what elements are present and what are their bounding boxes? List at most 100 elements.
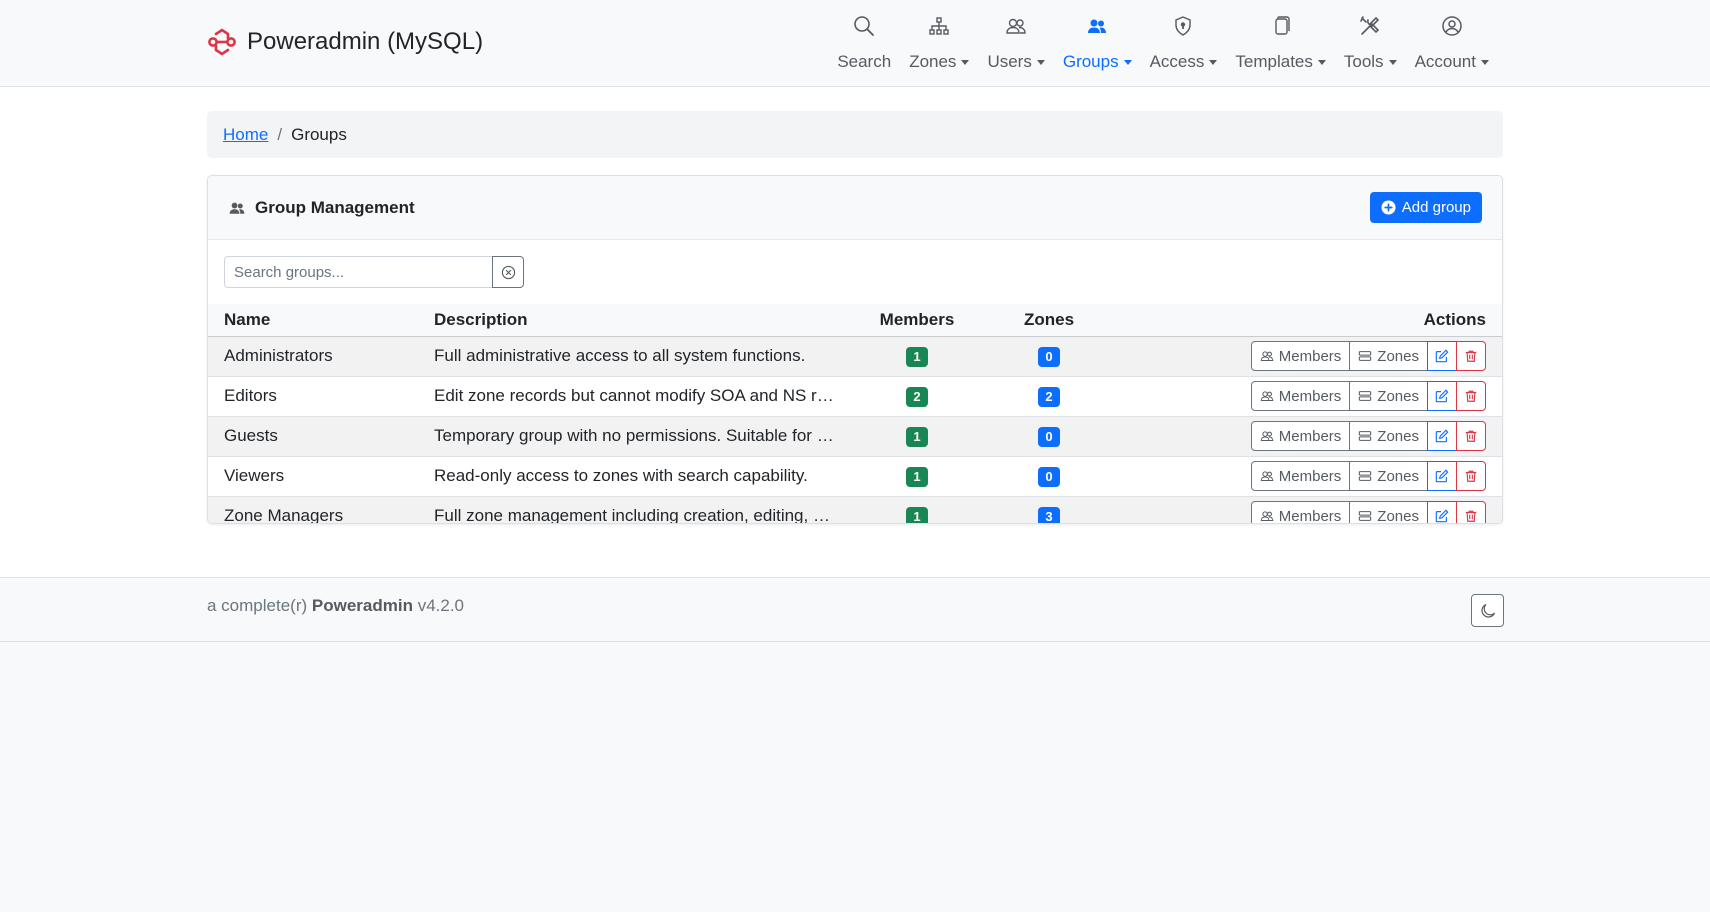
brand-title: Poweradmin (MySQL) bbox=[247, 28, 484, 55]
zones-button[interactable]: Zones bbox=[1349, 461, 1428, 491]
group-name: Zone Managers bbox=[208, 496, 418, 523]
table-row: Administrators Full administrative acces… bbox=[208, 336, 1502, 377]
zones-button[interactable]: Zones bbox=[1349, 421, 1428, 451]
chevron-down-icon bbox=[1209, 59, 1218, 65]
zones-cell: 0 bbox=[982, 456, 1116, 497]
delete-button[interactable] bbox=[1456, 381, 1486, 411]
footer: a complete(r) Poweradmin v4.2.0 bbox=[0, 577, 1710, 642]
group-description: Edit zone records but cannot modify SOA … bbox=[418, 376, 852, 417]
members-badge: 1 bbox=[906, 506, 928, 523]
people-fill-icon bbox=[229, 202, 245, 214]
actions-cell: Members Zones bbox=[1116, 416, 1502, 457]
edit-button[interactable] bbox=[1427, 461, 1457, 491]
zones-button[interactable]: Zones bbox=[1349, 381, 1428, 411]
members-button[interactable]: Members bbox=[1250, 421, 1351, 451]
clear-search-button[interactable] bbox=[492, 256, 524, 288]
group-description: Full administrative access to all system… bbox=[418, 336, 852, 377]
users-icon bbox=[1004, 14, 1028, 38]
people-icon bbox=[1260, 471, 1274, 481]
nav-zones-label: Zones bbox=[909, 52, 957, 71]
edit-button[interactable] bbox=[1427, 381, 1457, 411]
members-button-label: Members bbox=[1278, 387, 1342, 405]
col-members[interactable]: Members bbox=[852, 304, 982, 337]
zones-button-label: Zones bbox=[1377, 387, 1419, 405]
pencil-square-icon bbox=[1435, 469, 1449, 483]
zones-button[interactable]: Zones bbox=[1349, 341, 1428, 371]
nav-tools[interactable]: Tools bbox=[1335, 14, 1406, 72]
col-description[interactable]: Description bbox=[418, 304, 852, 337]
trash-icon bbox=[1465, 390, 1477, 402]
server-icon bbox=[1359, 511, 1372, 522]
table-row: Viewers Read-only access to zones with s… bbox=[208, 456, 1502, 497]
zones-cell: 2 bbox=[982, 376, 1116, 417]
person-circle-icon bbox=[1440, 14, 1464, 38]
nav-access[interactable]: Access bbox=[1141, 14, 1227, 72]
nav-search[interactable]: Search bbox=[828, 14, 900, 72]
footer-text: a complete(r) Poweradmin v4.2.0 bbox=[207, 596, 464, 616]
people-icon bbox=[1260, 511, 1274, 522]
delete-button[interactable] bbox=[1456, 461, 1486, 491]
actions-cell: Members Zones bbox=[1116, 376, 1502, 417]
chevron-down-icon bbox=[1481, 59, 1489, 65]
breadcrumb-home-link[interactable]: Home bbox=[223, 125, 268, 145]
delete-button[interactable] bbox=[1456, 421, 1486, 451]
table-row: Editors Edit zone records but cannot mod… bbox=[208, 376, 1502, 417]
nav-zones[interactable]: Zones bbox=[900, 14, 978, 72]
server-icon bbox=[1359, 471, 1372, 481]
chevron-down-icon bbox=[1388, 59, 1397, 65]
nav-account[interactable]: Account bbox=[1406, 14, 1498, 72]
chevron-down-icon bbox=[1123, 59, 1132, 65]
delete-button[interactable] bbox=[1456, 501, 1486, 523]
members-cell: 1 bbox=[852, 456, 982, 497]
nav-groups[interactable]: Groups bbox=[1054, 14, 1141, 72]
members-button[interactable]: Members bbox=[1250, 341, 1351, 371]
card-header: Group Management Add group bbox=[208, 176, 1502, 240]
group-description: Temporary group with no permissions. Sui… bbox=[418, 416, 852, 457]
brand[interactable]: Poweradmin (MySQL) bbox=[207, 27, 483, 57]
search-groups-input[interactable] bbox=[224, 256, 492, 288]
nav-access-label: Access bbox=[1149, 52, 1205, 71]
nav-users[interactable]: Users bbox=[978, 14, 1053, 72]
zones-button[interactable]: Zones bbox=[1349, 501, 1428, 523]
col-zones[interactable]: Zones bbox=[982, 304, 1116, 337]
breadcrumb-separator: / bbox=[277, 124, 283, 144]
members-badge: 1 bbox=[906, 426, 928, 447]
edit-button[interactable] bbox=[1427, 421, 1457, 451]
moon-icon bbox=[1480, 603, 1495, 618]
col-name[interactable]: Name bbox=[208, 304, 418, 337]
footer-product[interactable]: Poweradmin bbox=[312, 596, 413, 615]
zones-badge: 0 bbox=[1038, 426, 1060, 447]
navbar: Poweradmin (MySQL) Search Zones Users Gr… bbox=[0, 0, 1710, 87]
people-icon bbox=[1260, 391, 1274, 401]
add-group-button[interactable]: Add group bbox=[1369, 192, 1482, 223]
footer-prefix: a complete(r) bbox=[207, 596, 308, 615]
trash-icon bbox=[1465, 430, 1477, 442]
actions-cell: Members Zones bbox=[1116, 456, 1502, 497]
theme-toggle-button[interactable] bbox=[1471, 594, 1504, 627]
edit-button[interactable] bbox=[1427, 341, 1457, 371]
members-button[interactable]: Members bbox=[1250, 381, 1351, 411]
nav-templates[interactable]: Templates bbox=[1226, 14, 1334, 72]
members-button-label: Members bbox=[1278, 467, 1342, 485]
groups-table: Name Description Members Zones Actions A… bbox=[208, 304, 1502, 523]
members-cell: 1 bbox=[852, 336, 982, 377]
trash-icon bbox=[1465, 510, 1477, 523]
table-row: Guests Temporary group with no permissio… bbox=[208, 416, 1502, 457]
nav-tools-label: Tools bbox=[1343, 52, 1384, 71]
members-button[interactable]: Members bbox=[1250, 461, 1351, 491]
pencil-square-icon bbox=[1435, 349, 1449, 363]
group-description: Read-only access to zones with search ca… bbox=[418, 456, 852, 497]
sitemap-icon bbox=[927, 14, 951, 38]
zones-badge: 3 bbox=[1038, 506, 1060, 523]
delete-button[interactable] bbox=[1456, 341, 1486, 371]
members-button[interactable]: Members bbox=[1250, 501, 1351, 523]
edit-button[interactable] bbox=[1427, 501, 1457, 523]
breadcrumb-current: Groups bbox=[291, 124, 347, 144]
nav-users-label: Users bbox=[987, 52, 1032, 71]
trash-icon bbox=[1465, 470, 1477, 482]
group-management-card: Group Management Add group Name Descript… bbox=[207, 175, 1503, 524]
table-header-row: Name Description Members Zones Actions bbox=[208, 304, 1502, 337]
zones-button-label: Zones bbox=[1377, 467, 1419, 485]
zones-cell: 3 bbox=[982, 496, 1116, 523]
members-cell: 1 bbox=[852, 496, 982, 523]
